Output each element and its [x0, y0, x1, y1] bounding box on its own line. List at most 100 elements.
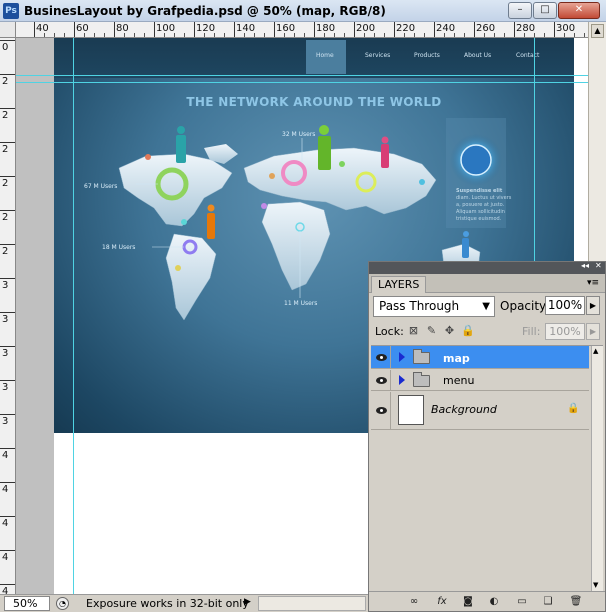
ruler-minor-tick — [344, 33, 345, 37]
ruler-origin[interactable] — [0, 22, 16, 38]
new-layer-icon[interactable]: ❑ — [541, 595, 555, 609]
ruler-major-tick — [234, 22, 235, 37]
layer-name-background: Background — [431, 403, 497, 416]
photoshop-icon: Ps — [3, 3, 19, 19]
new-group-icon[interactable]: ▭ — [515, 595, 529, 609]
ruler-minor-tick — [524, 33, 525, 37]
ruler-major-tick — [0, 108, 15, 109]
ruler-minor-tick — [134, 33, 135, 37]
scroll-up-icon[interactable]: ▲ — [593, 347, 598, 355]
guide-horizontal-second[interactable] — [16, 82, 588, 83]
ruler-label: 3 — [2, 280, 9, 291]
ruler-major-tick — [0, 278, 15, 279]
panel-title-strip[interactable]: ◂◂ ✕ — [369, 261, 605, 274]
ruler-minor-tick — [414, 33, 415, 37]
ruler-label: 140 — [236, 23, 256, 34]
scroll-down-icon[interactable]: ▼ — [593, 581, 598, 589]
scroll-up-arrow[interactable]: ▲ — [591, 24, 604, 38]
ruler-minor-tick — [244, 33, 245, 37]
opacity-label: Opacity: — [500, 299, 550, 313]
ruler-minor-tick — [174, 33, 175, 37]
ruler-label: 80 — [116, 23, 129, 34]
ruler-label: 0 — [2, 42, 9, 53]
ruler-major-tick — [0, 482, 15, 483]
status-menu-arrow-icon[interactable]: ▶ — [244, 597, 251, 607]
ruler-minor-tick — [304, 33, 305, 37]
link-layers-icon[interactable]: ∞ — [407, 595, 421, 609]
ruler-minor-tick — [254, 33, 255, 37]
map-label-18m: 18 M Users — [102, 244, 136, 251]
opacity-slider-arrow-icon[interactable]: ▶ — [586, 296, 600, 315]
layer-list-scrollbar[interactable]: ▲ ▼ — [591, 346, 603, 591]
layer-row-menu[interactable]: menu — [371, 370, 589, 391]
fill-slider-arrow-icon[interactable]: ▶ — [586, 323, 600, 340]
ruler-label: 2 — [2, 144, 9, 155]
layer-list: map menu Background 🔒 ▲ ▼ — [371, 345, 603, 591]
lock-position-icon[interactable]: ✥ — [443, 324, 456, 337]
collapse-panel-icon[interactable]: ◂◂ — [581, 261, 589, 270]
ruler-minor-tick — [364, 33, 365, 37]
title-bar[interactable]: Ps BusinesLayout by Grafpedia.psd @ 50% … — [0, 0, 606, 22]
map-label-32m: 32 M Users — [282, 131, 316, 138]
layer-row-background[interactable]: Background 🔒 — [371, 392, 589, 430]
map-label-67m: 67 M Users — [84, 183, 118, 190]
close-panel-icon[interactable]: ✕ — [595, 261, 602, 270]
ruler-major-tick — [0, 210, 15, 211]
canvas-horizontal-scrollbar[interactable] — [258, 596, 366, 611]
guide-vertical-left[interactable] — [73, 38, 74, 594]
adjustment-layer-icon[interactable]: ◐ — [487, 595, 501, 609]
ruler-minor-tick — [294, 33, 295, 37]
zoom-level-field[interactable]: 50% — [4, 596, 50, 611]
close-button[interactable]: ✕ — [558, 2, 600, 19]
ruler-label: 280 — [516, 23, 536, 34]
fill-input[interactable]: 100% — [545, 323, 585, 340]
ruler-major-tick — [0, 244, 15, 245]
ruler-label: 4 — [2, 450, 9, 461]
status-info-icon[interactable]: ◔ — [56, 597, 69, 610]
lock-all-icon[interactable]: 🔒 — [461, 324, 475, 337]
expand-triangle-icon[interactable] — [399, 375, 405, 385]
ruler-label: 60 — [76, 23, 89, 34]
layer-row-map[interactable]: map — [371, 346, 589, 369]
blend-mode-select[interactable]: Pass Through ▼ — [373, 296, 495, 317]
guide-horizontal-top[interactable] — [16, 75, 588, 76]
lock-transparent-pixels-icon[interactable]: ⊠ — [407, 324, 420, 337]
map-label-11m: 11 M Users — [284, 300, 318, 307]
vertical-ruler[interactable]: 0 2 2 2 2 2 2 3 3 3 3 3 4 4 4 4 4 — [0, 38, 16, 594]
pasteboard — [16, 38, 54, 594]
lock-image-pixels-icon[interactable]: ✎ — [425, 324, 438, 337]
maximize-button[interactable]: □ — [533, 2, 557, 19]
ruler-minor-tick — [144, 33, 145, 37]
ruler-minor-tick — [404, 33, 405, 37]
add-mask-icon[interactable]: ◙ — [461, 595, 475, 609]
layer-name-map: map — [443, 352, 470, 365]
ruler-minor-tick — [534, 33, 535, 37]
fill-label: Fill: — [522, 325, 541, 338]
expand-triangle-icon[interactable] — [399, 352, 405, 362]
ruler-minor-tick — [424, 33, 425, 37]
layer-style-icon[interactable]: fx — [435, 595, 449, 609]
ruler-minor-tick — [204, 33, 205, 37]
visibility-toggle-menu[interactable] — [371, 370, 391, 390]
ruler-label: 3 — [2, 416, 9, 427]
minimize-button[interactable]: – — [508, 2, 532, 19]
delete-layer-icon[interactable]: 🗑 — [569, 595, 583, 609]
ruler-minor-tick — [284, 33, 285, 37]
ruler-major-tick — [0, 380, 15, 381]
photoshop-window: Ps BusinesLayout by Grafpedia.psd @ 50% … — [0, 0, 606, 612]
ruler-minor-tick — [224, 33, 225, 37]
status-message: Exposure works in 32-bit only — [86, 597, 249, 610]
tab-layers[interactable]: LAYERS — [371, 276, 427, 293]
horizontal-ruler[interactable]: 40 60 80 100 120 140 160 180 200 220 240 260 280 300 — [16, 22, 588, 38]
ruler-major-tick — [394, 22, 395, 37]
ruler-minor-tick — [574, 33, 575, 37]
ruler-label: 220 — [396, 23, 416, 34]
panel-menu-icon[interactable]: ▾≡ — [587, 278, 599, 288]
opacity-input[interactable]: 100% — [545, 296, 585, 315]
ruler-minor-tick — [164, 33, 165, 37]
visibility-toggle-background[interactable] — [371, 392, 391, 429]
ruler-minor-tick — [44, 33, 45, 37]
canvas-vertical-scrollbar[interactable]: ▲ — [588, 22, 606, 262]
ruler-label: 2 — [2, 246, 9, 257]
visibility-toggle-map[interactable] — [371, 346, 391, 368]
